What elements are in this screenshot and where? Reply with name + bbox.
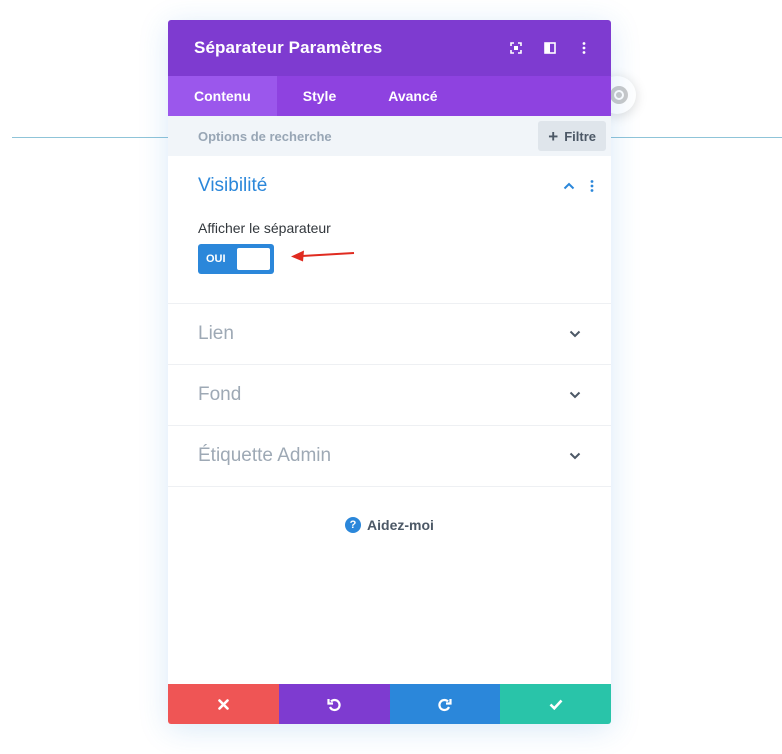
help-icon: ?: [345, 517, 362, 533]
filter-label: Filtre: [564, 128, 596, 144]
divider-line-left: [12, 137, 168, 138]
search-input[interactable]: Options de recherche: [198, 129, 538, 144]
show-divider-toggle[interactable]: OUI: [198, 244, 274, 274]
more-vertical-icon[interactable]: [567, 20, 601, 76]
chevron-up-icon[interactable]: [557, 182, 581, 190]
section-fond-title: Fond: [198, 384, 242, 405]
help-link[interactable]: ? Aidez-moi: [168, 517, 611, 533]
settings-modal: Séparateur Paramètres Contenu Style Avan…: [168, 20, 611, 724]
section-visibility: Visibilité Afficher le séparateur OUI: [168, 156, 611, 304]
section-lien[interactable]: Lien: [168, 304, 611, 365]
plus-icon: +: [548, 126, 559, 146]
section-options-icon[interactable]: [581, 180, 603, 192]
chevron-down-icon[interactable]: [569, 447, 581, 465]
split-view-icon[interactable]: [533, 20, 567, 76]
modal-title: Séparateur Paramètres: [194, 38, 383, 57]
section-admin-label[interactable]: Étiquette Admin: [168, 426, 611, 487]
modal-footer: [168, 684, 611, 724]
builder-icon: [610, 86, 628, 104]
tab-style[interactable]: Style: [277, 76, 362, 116]
undo-icon: [327, 698, 341, 711]
toggle-knob: [237, 248, 270, 270]
section-admin-label-title: Étiquette Admin: [198, 445, 332, 466]
toggle-label: OUI: [206, 253, 226, 265]
save-button[interactable]: [500, 684, 611, 724]
search-bar: Options de recherche + Filtre: [168, 116, 611, 156]
close-icon: [218, 698, 229, 710]
annotation-arrow-icon: [291, 250, 355, 262]
chevron-down-icon[interactable]: [569, 325, 581, 343]
check-icon: [549, 699, 563, 710]
section-lien-title: Lien: [198, 323, 234, 344]
redo-button[interactable]: [389, 684, 501, 724]
help-label: Aidez-moi: [367, 517, 434, 533]
divider-line-right: [611, 137, 782, 138]
show-divider-label: Afficher le séparateur: [198, 220, 331, 236]
section-fond[interactable]: Fond: [168, 365, 611, 426]
tab-bar: Contenu Style Avancé: [168, 76, 611, 116]
redo-icon: [438, 698, 452, 711]
cancel-button[interactable]: [168, 684, 279, 724]
section-visibility-header[interactable]: Visibilité: [198, 156, 611, 216]
tab-avance[interactable]: Avancé: [362, 76, 463, 116]
fullscreen-icon[interactable]: [499, 20, 533, 76]
modal-header: Séparateur Paramètres: [168, 20, 611, 76]
filter-button[interactable]: + Filtre: [538, 121, 606, 151]
chevron-down-icon[interactable]: [569, 386, 581, 404]
section-visibility-title: Visibilité: [198, 175, 268, 196]
tab-contenu[interactable]: Contenu: [168, 76, 277, 116]
undo-button[interactable]: [278, 684, 390, 724]
